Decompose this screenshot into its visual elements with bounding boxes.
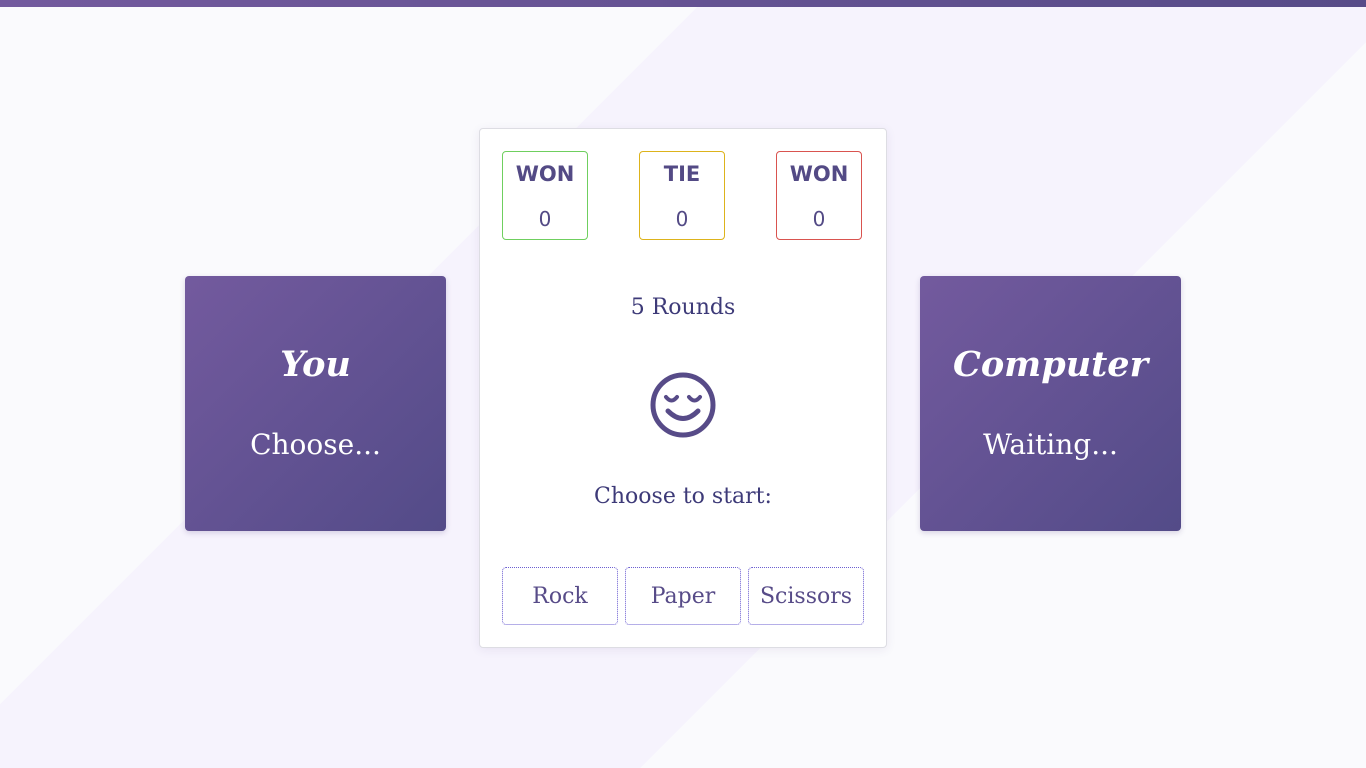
- score-won-value: 0: [538, 207, 552, 231]
- score-won-label: WON: [515, 162, 575, 186]
- score-tie-label: TIE: [663, 162, 701, 186]
- rounds-label: 5 Rounds: [630, 295, 736, 320]
- player-name: You: [280, 344, 351, 385]
- player-panel: You Choose...: [185, 276, 446, 531]
- player-status: Choose...: [250, 428, 381, 461]
- score-tie-value: 0: [675, 207, 689, 231]
- computer-panel: Computer Waiting...: [920, 276, 1181, 531]
- score-tie-box: TIE 0: [639, 151, 725, 240]
- score-computer-won-value: 0: [812, 207, 826, 231]
- choose-prompt: Choose to start:: [594, 484, 772, 509]
- rock-button[interactable]: Rock: [502, 567, 618, 625]
- scissors-button[interactable]: Scissors: [748, 567, 864, 625]
- paper-button[interactable]: Paper: [625, 567, 741, 625]
- computer-status: Waiting...: [983, 428, 1118, 461]
- score-won-box: WON 0: [502, 151, 588, 240]
- score-computer-won-box: WON 0: [776, 151, 862, 240]
- relieved-face-icon: [650, 372, 716, 438]
- computer-name: Computer: [952, 344, 1149, 385]
- game-card: WON 0 TIE 0 WON 0 5 Rounds Choose to sta…: [479, 128, 887, 648]
- top-accent-bar: [0, 0, 1366, 7]
- score-computer-won-label: WON: [789, 162, 849, 186]
